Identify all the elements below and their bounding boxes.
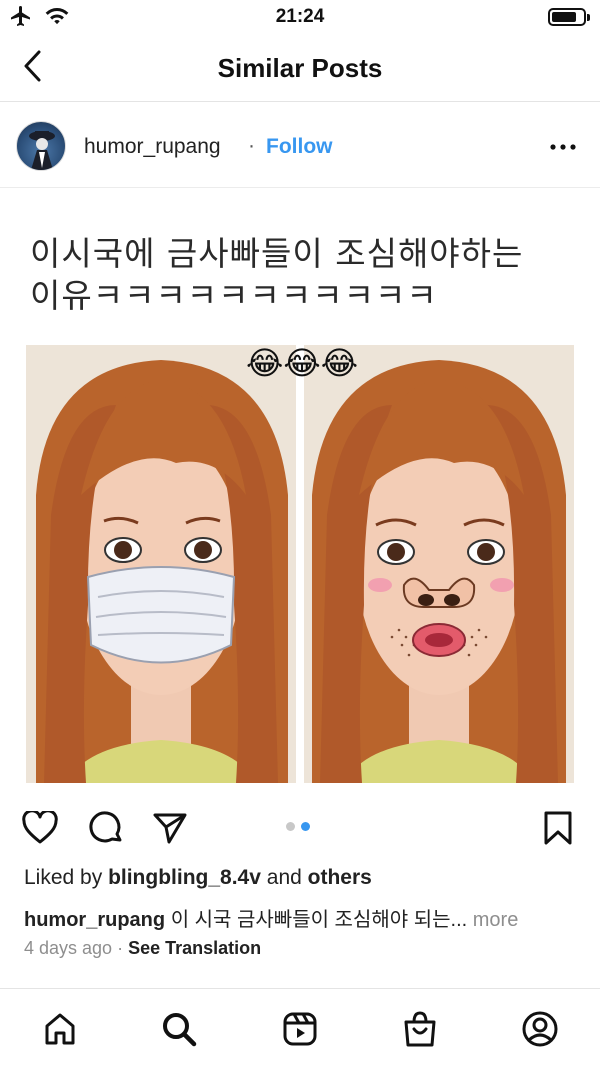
header-separator: · <box>248 134 255 157</box>
see-translation-link[interactable]: See Translation <box>128 938 261 958</box>
avatar[interactable] <box>16 121 66 171</box>
battery-level <box>552 12 576 22</box>
tab-shop[interactable] <box>398 1007 442 1051</box>
status-bar: 21:24 <box>0 0 600 34</box>
comment-icon <box>89 811 122 843</box>
illustration-unmasked-face <box>304 345 574 783</box>
likes-user[interactable]: blingbling_8.4v <box>108 866 261 889</box>
image-caption-line2: 이유ㅋㅋㅋㅋㅋㅋㅋㅋㅋㅋㅋ <box>30 276 438 315</box>
caption-more-link[interactable]: more <box>473 909 519 931</box>
page-title: Similar Posts <box>217 53 383 83</box>
send-icon <box>153 813 187 844</box>
caption-username[interactable]: humor_rupang <box>24 909 165 931</box>
laughing-emojis: 😂😂😂 <box>246 345 359 381</box>
time-ago: 4 days ago <box>24 938 113 958</box>
post-header: humor_rupang · Follow <box>0 102 600 188</box>
illustration-masked-face <box>26 345 296 783</box>
caption-text: 이 시국 금사빠들이 조심해야 되는... <box>170 909 468 931</box>
comment-button[interactable] <box>86 808 126 848</box>
follow-button[interactable]: Follow <box>266 135 333 159</box>
post-actions <box>0 800 600 856</box>
tab-home[interactable] <box>38 1007 82 1051</box>
carousel-dot <box>286 822 295 831</box>
carousel-indicator <box>286 822 310 831</box>
post-username[interactable]: humor_rupang <box>84 135 221 159</box>
likes-line: Liked by blingbling_8.4v and others <box>24 866 372 890</box>
shop-icon <box>404 1011 436 1047</box>
tab-search[interactable] <box>157 1007 201 1051</box>
battery-tip <box>587 14 590 21</box>
post-caption: humor_rupang 이 시국 금사빠들이 조심해야 되는... more <box>24 903 518 932</box>
more-options-button[interactable] <box>548 132 578 162</box>
likes-others[interactable]: others <box>308 866 372 889</box>
bookmark-icon <box>544 811 572 845</box>
tab-reels[interactable] <box>278 1007 322 1051</box>
save-button[interactable] <box>538 808 578 848</box>
ellipsis-icon <box>550 144 576 150</box>
post-image[interactable]: 이시국에 금사빠들이 조심해야하는 이유ㅋㅋㅋㅋㅋㅋㅋㅋㅋㅋㅋ 😂😂😂 <box>0 189 600 795</box>
tab-bar <box>0 988 600 1067</box>
battery-icon <box>548 8 590 26</box>
meta-separator: · <box>117 938 124 958</box>
tab-profile[interactable] <box>518 1007 562 1051</box>
carousel-dot <box>301 822 310 831</box>
like-button[interactable] <box>20 808 60 848</box>
home-icon <box>45 1013 75 1045</box>
profile-icon <box>522 1011 558 1047</box>
image-caption-line1: 이시국에 금사빠들이 조심해야하는 <box>30 234 524 273</box>
reels-icon <box>283 1012 317 1046</box>
nav-bar: Similar Posts <box>0 34 600 102</box>
search-icon <box>163 1013 197 1047</box>
post-meta: 4 days ago · See Translation <box>24 938 261 959</box>
heart-icon <box>22 811 58 844</box>
share-button[interactable] <box>150 808 190 848</box>
likes-prefix: Liked by <box>24 866 103 889</box>
status-time: 21:24 <box>275 6 325 27</box>
likes-middle: and <box>266 866 302 889</box>
